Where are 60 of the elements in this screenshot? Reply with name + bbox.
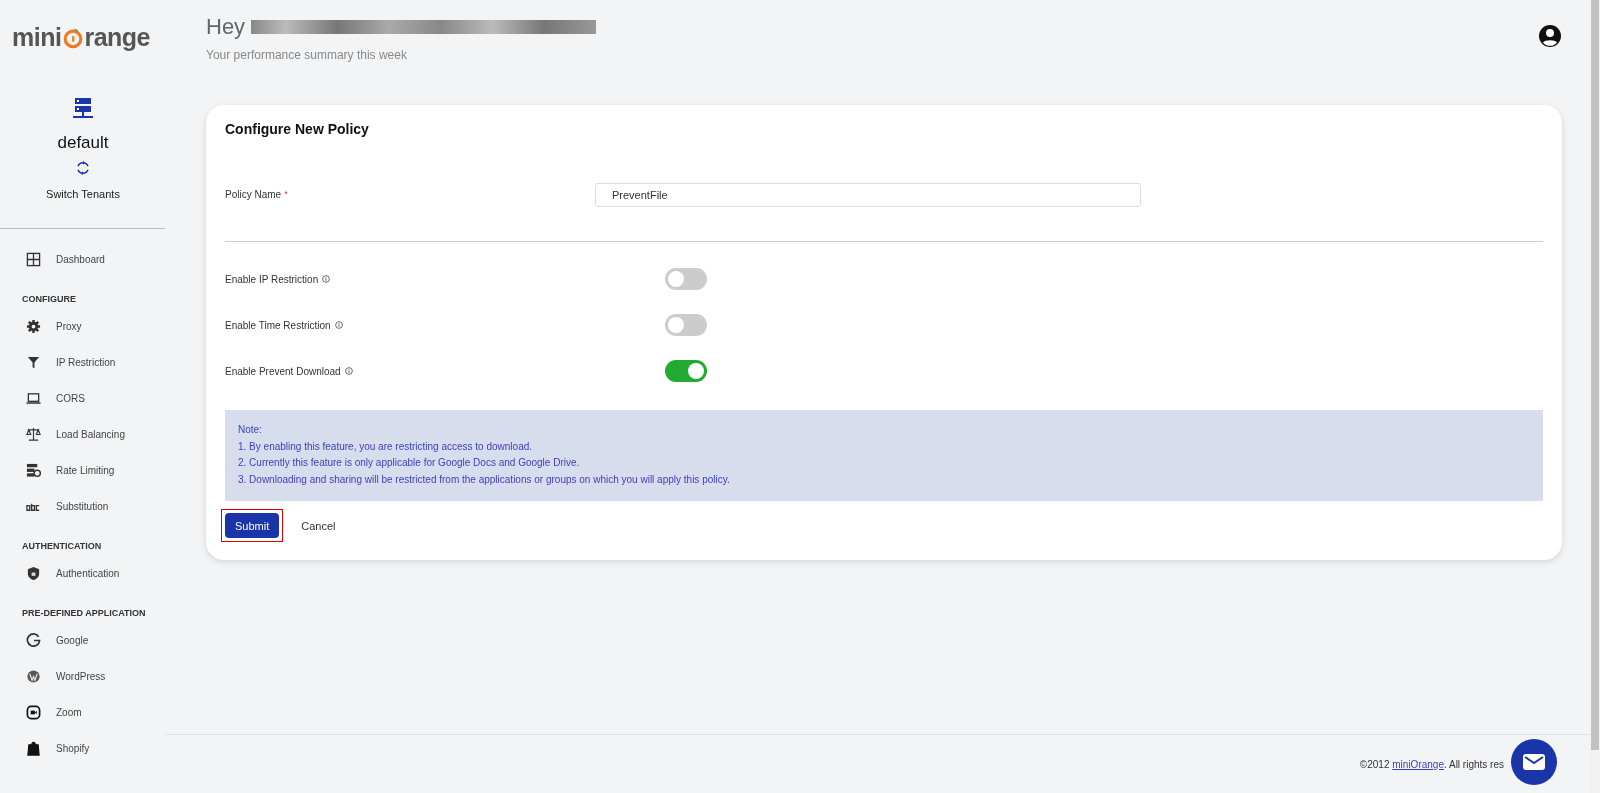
nav-item[interactable]: Load Balancing xyxy=(22,416,166,452)
laptop-icon xyxy=(26,390,41,406)
cancel-button[interactable]: Cancel xyxy=(291,513,346,539)
field-label: Policy Name xyxy=(225,189,282,200)
section-heading: CONFIGURE xyxy=(22,293,77,306)
server-clock-icon xyxy=(26,462,41,478)
info-icon[interactable] xyxy=(334,321,343,329)
nav-item[interactable]: Substitution xyxy=(22,488,166,524)
user-avatar-icon[interactable] xyxy=(1538,24,1562,48)
sync-icon[interactable] xyxy=(75,160,91,176)
toggle-switch[interactable] xyxy=(665,314,707,336)
info-icon[interactable] xyxy=(322,275,331,283)
section-heading: AUTHENTICATION xyxy=(22,540,103,553)
envelope-icon xyxy=(1522,753,1546,771)
toggle-label: Enable Time Restriction xyxy=(225,319,331,331)
note-line: 3. Downloading and sharing will be restricted from the applications or groups on which you will apply this policy. xyxy=(238,472,731,487)
note-line: 2. Currently this feature is only applicable for Google Docs and Google Drive. xyxy=(238,456,581,471)
toggle-label: Enable Prevent Download xyxy=(225,365,341,377)
toggle-label: Enable IP Restriction xyxy=(225,273,319,285)
info-icon[interactable] xyxy=(344,367,353,375)
wordpress-icon xyxy=(26,668,41,684)
submit-button[interactable]: Submit xyxy=(225,513,280,539)
nav-item[interactable]: WordPress xyxy=(22,658,166,694)
logo-text: mini xyxy=(12,22,62,52)
greeting: Hey xyxy=(206,14,246,40)
nav-item[interactable]: Rate Limiting xyxy=(22,452,166,488)
nav-item[interactable]: IP Restriction xyxy=(22,344,166,380)
tenant-name: default xyxy=(57,133,109,153)
funnel-icon xyxy=(26,354,41,370)
nav-item[interactable]: Proxy xyxy=(22,308,166,344)
nav-item[interactable]: Shopify xyxy=(22,730,166,766)
required-mark: * xyxy=(284,189,288,200)
video-camera-icon xyxy=(26,704,41,720)
mail-chat-button[interactable] xyxy=(1511,739,1557,785)
shopping-bag-icon xyxy=(26,740,41,756)
note-line: 1. By enabling this feature, you are restricting access to download. xyxy=(238,439,534,454)
switch-tenants-link[interactable]: Switch Tenants xyxy=(46,188,120,200)
section-heading: PRE-DEFINED APPLICATION xyxy=(22,607,147,620)
nav-item[interactable]: Zoom xyxy=(22,694,166,730)
note-line: Note: xyxy=(238,423,263,437)
nav-item[interactable]: CORS xyxy=(22,380,166,416)
shield-icon xyxy=(26,565,41,581)
toggle-switch[interactable] xyxy=(665,360,707,382)
server-network-icon xyxy=(71,97,95,121)
toggle-switch[interactable] xyxy=(665,268,707,290)
google-icon xyxy=(26,632,41,648)
subtitle: Your performance summary this week xyxy=(206,48,408,62)
logo-text: range xyxy=(84,22,150,52)
nav-item[interactable]: Authentication xyxy=(22,555,166,591)
scales-icon xyxy=(26,426,41,442)
settings-icon xyxy=(26,318,41,334)
fruit-logo-icon xyxy=(62,27,85,49)
copyright-text: ©2012 miniOrange. All rights res xyxy=(1359,758,1504,770)
scrollbar[interactable] xyxy=(1590,0,1600,793)
nav-item[interactable]: Dashboard xyxy=(22,241,166,277)
policy-name-field[interactable]: PreventFile xyxy=(595,183,1141,207)
grid-icon xyxy=(26,251,41,267)
company-link[interactable]: miniOrange xyxy=(1392,758,1444,770)
nav-item[interactable]: Google xyxy=(22,622,166,658)
card-title: Configure New Policy xyxy=(225,121,370,137)
